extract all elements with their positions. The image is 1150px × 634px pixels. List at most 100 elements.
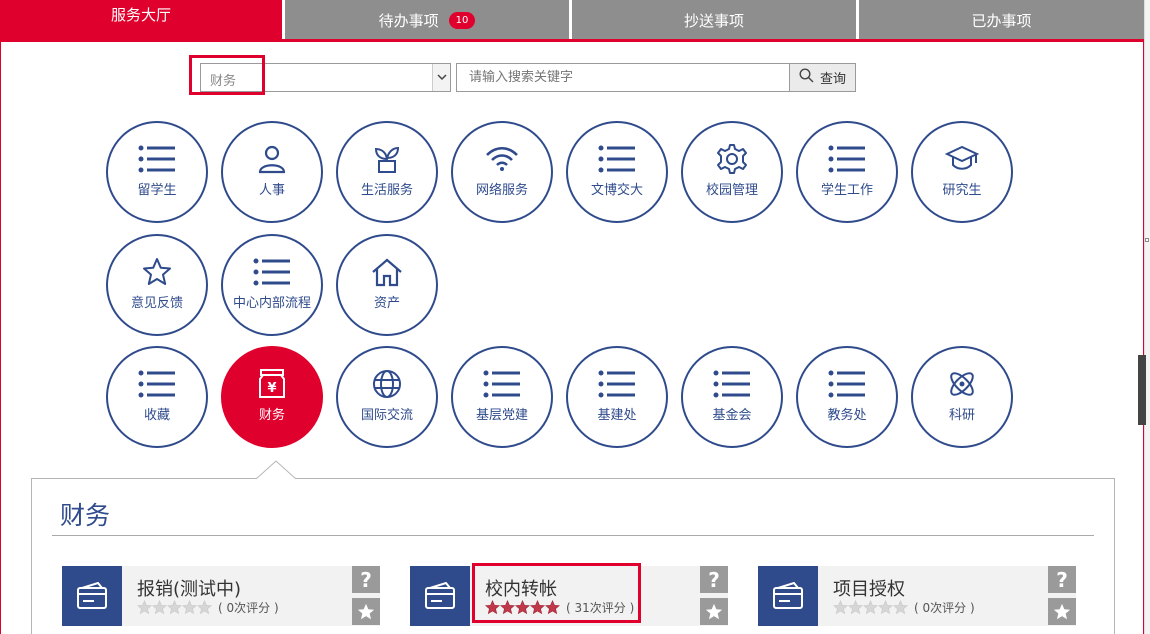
panel-pointer <box>256 460 296 480</box>
category-label: 收藏 <box>143 408 170 423</box>
rating-star-icon[interactable] <box>848 600 863 615</box>
rating-star-icon[interactable] <box>167 600 182 615</box>
category-list-15[interactable]: 基建处 <box>566 346 668 448</box>
star-icon <box>137 255 177 289</box>
category-label: 学生工作 <box>820 183 873 198</box>
search-icon <box>799 68 814 87</box>
card-wallet-icon <box>410 566 470 626</box>
list-icon <box>482 367 522 401</box>
panel-divider <box>52 535 1094 536</box>
graduation-cap-icon <box>942 142 982 176</box>
chevron-down-icon[interactable] <box>432 64 450 91</box>
category-list-9[interactable]: 中心内部流程 <box>221 234 323 336</box>
category-list-6[interactable]: 学生工作 <box>796 121 898 223</box>
rating-star-icon[interactable] <box>182 600 197 615</box>
category-label: 生活服务 <box>360 183 413 198</box>
category-label: 中心内部流程 <box>232 296 311 311</box>
category-list-17[interactable]: 教务处 <box>796 346 898 448</box>
service-card[interactable]: 校内转帐 ( 31次评分 ) ? <box>410 566 728 626</box>
list-icon <box>712 367 752 401</box>
category-list-16[interactable]: 基金会 <box>681 346 783 448</box>
service-name[interactable]: 报销(测试中) <box>137 575 241 601</box>
rating-star-icon[interactable] <box>485 600 500 615</box>
money-bag-icon: ¥ <box>252 367 292 401</box>
gear-icon <box>712 142 752 176</box>
rating-star-icon[interactable] <box>545 600 560 615</box>
category-gear-5[interactable]: 校园管理 <box>681 121 783 223</box>
tab-cc[interactable]: 抄送事项 <box>572 0 859 40</box>
list-icon <box>597 367 637 401</box>
favorite-button[interactable] <box>700 598 728 625</box>
house-icon <box>367 255 407 289</box>
scrollbar-track[interactable] <box>1144 0 1150 634</box>
atom-icon <box>942 367 982 401</box>
list-icon <box>827 142 867 176</box>
service-card[interactable]: 项目授权 ( 0次评分 ) ? <box>758 566 1076 626</box>
rating-star-icon[interactable] <box>137 600 152 615</box>
category-graduation-cap-7[interactable]: 研究生 <box>911 121 1013 223</box>
list-icon <box>137 367 177 401</box>
category-star-8[interactable]: 意见反馈 <box>106 234 208 336</box>
tab-done[interactable]: 已办事项 <box>859 0 1144 40</box>
category-label: 基建处 <box>597 408 637 423</box>
help-button[interactable]: ? <box>352 566 380 593</box>
help-button[interactable]: ? <box>1048 566 1076 593</box>
tab-bar: 服务大厅 待办事项 10 抄送事项 已办事项 <box>0 0 1144 42</box>
category-plant-2[interactable]: 生活服务 <box>336 121 438 223</box>
favorite-button[interactable] <box>352 598 380 625</box>
rating-count: ( 0次评分 ) <box>914 601 975 615</box>
category-label: 国际交流 <box>360 408 413 423</box>
category-label: 资产 <box>373 296 400 311</box>
category-house-10[interactable]: 资产 <box>336 234 438 336</box>
tab-label: 抄送事项 <box>683 11 744 30</box>
rating-star-icon[interactable] <box>197 600 212 615</box>
tab-underline <box>0 39 1144 42</box>
category-list-4[interactable]: 文博交大 <box>566 121 668 223</box>
tab-service-hall[interactable]: 服务大厅 <box>0 0 285 40</box>
help-button[interactable]: ? <box>700 566 728 593</box>
star-icon <box>1053 603 1071 619</box>
category-list-11[interactable]: 收藏 <box>106 346 208 448</box>
rating-count: ( 31次评分 ) <box>566 601 635 615</box>
scrollbar-thumb[interactable] <box>1138 355 1146 425</box>
rating-star-icon[interactable] <box>893 600 908 615</box>
list-icon <box>597 142 637 176</box>
search-input[interactable] <box>456 63 790 92</box>
category-label: 教务处 <box>827 408 867 423</box>
category-label: 网络服务 <box>475 183 528 198</box>
list-icon <box>137 142 177 176</box>
globe-icon <box>367 367 407 401</box>
rating-star-icon[interactable] <box>152 600 167 615</box>
rating-star-icon[interactable] <box>515 600 530 615</box>
star-icon <box>357 603 375 619</box>
favorite-button[interactable] <box>1048 598 1076 625</box>
category-money-bag-12[interactable]: ¥ 财务 <box>221 346 323 448</box>
category-label: 校园管理 <box>705 183 758 198</box>
star-icon <box>705 603 723 619</box>
service-name[interactable]: 校内转帐 <box>485 575 557 601</box>
category-select-value: 财务 <box>210 74 237 89</box>
resize-handle[interactable] <box>1145 238 1149 242</box>
rating-star-icon[interactable] <box>530 600 545 615</box>
list-icon <box>827 367 867 401</box>
service-rating: ( 0次评分 ) <box>833 599 975 616</box>
category-list-0[interactable]: 留学生 <box>106 121 208 223</box>
category-person-1[interactable]: 人事 <box>221 121 323 223</box>
category-select[interactable]: 财务 <box>200 63 451 92</box>
service-name[interactable]: 项目授权 <box>833 575 905 601</box>
service-card[interactable]: 报销(测试中) ( 0次评分 ) ? <box>62 566 380 626</box>
page-frame-left <box>0 40 1 634</box>
rating-star-icon[interactable] <box>833 600 848 615</box>
rating-star-icon[interactable] <box>500 600 515 615</box>
rating-star-icon[interactable] <box>863 600 878 615</box>
wifi-icon <box>482 142 522 176</box>
tab-label: 服务大厅 <box>110 6 171 24</box>
category-globe-13[interactable]: 国际交流 <box>336 346 438 448</box>
category-wifi-3[interactable]: 网络服务 <box>451 121 553 223</box>
tab-todo[interactable]: 待办事项 10 <box>285 0 572 40</box>
category-atom-18[interactable]: 科研 <box>911 346 1013 448</box>
search-button-label: 查询 <box>819 72 846 87</box>
search-button[interactable]: 查询 <box>789 63 856 92</box>
rating-star-icon[interactable] <box>878 600 893 615</box>
category-list-14[interactable]: 基层党建 <box>451 346 553 448</box>
